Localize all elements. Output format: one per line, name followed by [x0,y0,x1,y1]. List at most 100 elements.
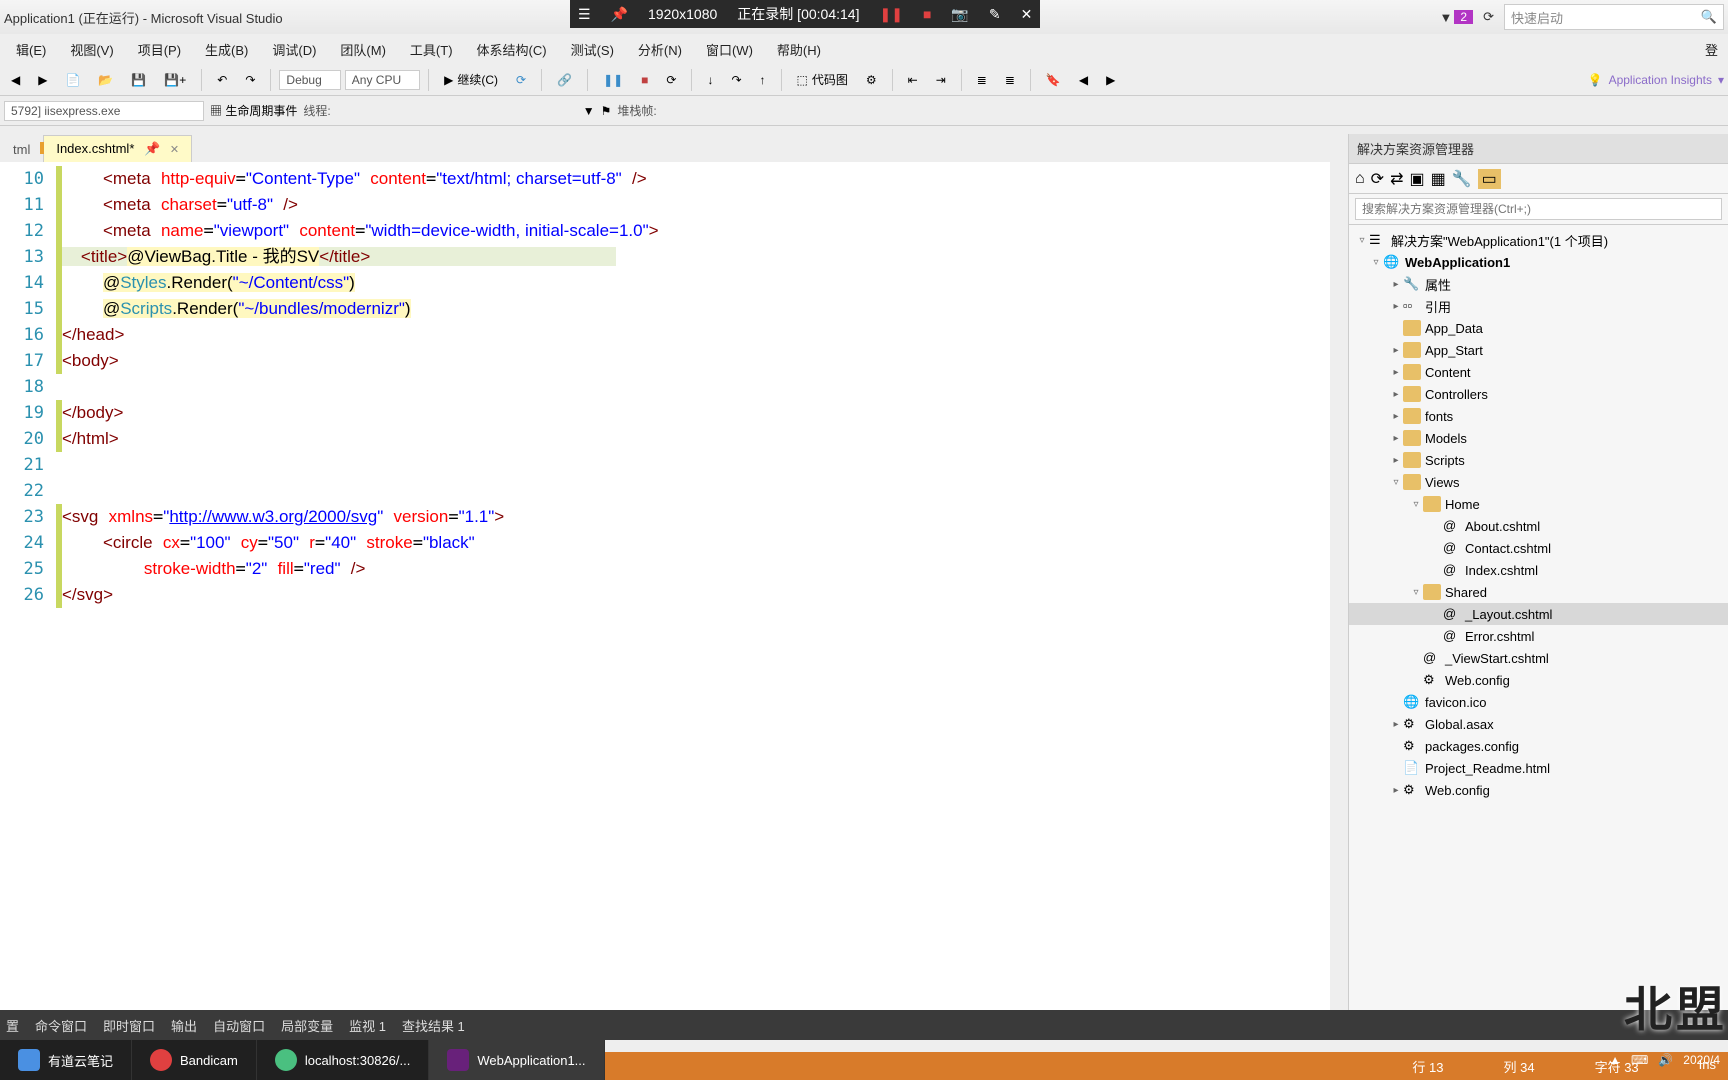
comment-button[interactable]: ≣ [970,69,994,91]
notification-flag-icon[interactable]: ▼2 [1440,10,1474,25]
references-node[interactable]: 引用 [1425,297,1451,316]
pause-debug-button[interactable]: ❚❚ [596,69,630,91]
home-icon[interactable]: ⌂ [1355,170,1365,188]
stop-debug-button[interactable]: ■ [634,69,655,91]
file-about[interactable]: About.cshtml [1465,519,1540,534]
show-all-icon[interactable]: ▦ [1431,169,1446,189]
taskbar-vs[interactable]: WebApplication1... [429,1040,604,1080]
menu-team[interactable]: 团队(M) [328,36,398,63]
quick-launch-input[interactable]: 快速启动 🔍 [1504,4,1724,30]
new-button[interactable]: 📄 [58,69,87,91]
folder-views[interactable]: Views [1425,475,1459,490]
folder-scripts[interactable]: Scripts [1425,453,1465,468]
menu-arch[interactable]: 体系结构(C) [465,36,559,63]
properties-icon[interactable]: 🔧 [1452,169,1472,189]
menu-project[interactable]: 项目(P) [126,36,193,63]
taskbar-browser[interactable]: localhost:30826/... [257,1040,430,1080]
hamburger-icon[interactable]: ☰ [578,6,591,23]
file-favicon[interactable]: favicon.ico [1425,695,1486,710]
indent-button[interactable]: ⇤ [901,69,925,91]
folder-appdata[interactable]: App_Data [1425,321,1483,336]
stop-icon[interactable]: ■ [923,6,931,22]
folder-models[interactable]: Models [1425,431,1467,446]
login-button[interactable]: 登 [1693,36,1724,63]
bookmark-button[interactable]: 🔖 [1039,69,1068,91]
config-dropdown[interactable]: Debug [279,70,340,90]
taskbar-bandicam[interactable]: Bandicam [132,1040,257,1080]
refresh-button[interactable]: ⟳ [509,69,533,91]
open-button[interactable]: 📂 [91,69,120,91]
file-error[interactable]: Error.cshtml [1465,629,1534,644]
tray-ime-icon[interactable]: ⌨ [1631,1053,1648,1067]
menu-analyze[interactable]: 分析(N) [626,36,694,63]
redo-button[interactable]: ↷ [238,69,262,91]
process-dropdown[interactable]: 5792] iisexpress.exe [4,101,204,121]
file-webconfig[interactable]: Web.config [1425,783,1490,798]
btab-locals[interactable]: 局部变量 [281,1016,333,1035]
outdent-button[interactable]: ⇥ [929,69,953,91]
folder-content[interactable]: Content [1425,365,1471,380]
restart-button[interactable]: ⟳ [659,69,683,91]
solution-root[interactable]: 解决方案"WebApplication1"(1 个项目) [1391,231,1608,250]
camera-icon[interactable]: 📷 [951,6,968,23]
file-readme[interactable]: Project_Readme.html [1425,761,1550,776]
collapse-icon[interactable]: ▣ [1409,169,1424,189]
project-node[interactable]: WebApplication1 [1405,255,1510,270]
browser-link-button[interactable]: 🔗 [550,69,579,91]
sync-icon[interactable]: ⇄ [1390,169,1403,189]
properties-node[interactable]: 属性 [1425,275,1451,294]
tab-other[interactable]: tml [0,136,43,162]
filter-button[interactable]: ▼ [583,104,595,118]
menu-debug[interactable]: 调试(D) [260,36,328,63]
app-insights-button[interactable]: 💡 Application Insights ▾ [1588,73,1724,87]
btab-command[interactable]: 命令窗口 [35,1016,87,1035]
file-viewstart[interactable]: _ViewStart.cshtml [1445,651,1549,666]
menu-window[interactable]: 窗口(W) [694,36,765,63]
file-contact[interactable]: Contact.cshtml [1465,541,1551,556]
btab-output[interactable]: 输出 [171,1016,197,1035]
misc-button[interactable]: ⚙ [859,69,884,91]
folder-appstart[interactable]: App_Start [1425,343,1483,358]
step-over-button[interactable]: ↷ [724,69,748,91]
tray-date[interactable]: 2020/4 [1683,1053,1720,1067]
file-index[interactable]: Index.cshtml [1465,563,1538,578]
codemap-button[interactable]: ⬚ 代码图 [790,67,855,92]
flag-button[interactable]: ⚑ [601,104,612,118]
preview-icon[interactable]: ▭ [1478,169,1501,189]
tray-icon[interactable]: ▲ [1609,1053,1621,1067]
next-bookmark-button[interactable]: ▶ [1099,69,1122,91]
solution-search-input[interactable] [1355,198,1722,220]
save-all-button[interactable]: 💾+ [157,69,193,91]
undo-button[interactable]: ↶ [210,69,234,91]
menu-edit[interactable]: 辑(E) [4,36,58,63]
folder-fonts[interactable]: fonts [1425,409,1453,424]
close-tab-icon[interactable]: ✕ [170,144,179,156]
feedback-icon[interactable]: ⟳ [1483,9,1494,25]
close-icon[interactable]: ✕ [1021,6,1033,23]
step-out-button[interactable]: ↑ [753,69,773,91]
taskbar-youdao[interactable]: 有道云笔记 [0,1040,132,1080]
tab-index-cshtml[interactable]: Index.cshtml* 📌 ✕ [43,135,192,162]
file-webconfig-views[interactable]: Web.config [1445,673,1510,688]
btab-immediate[interactable]: 即时窗口 [103,1016,155,1035]
folder-controllers[interactable]: Controllers [1425,387,1488,402]
edit-icon[interactable]: ✎ [989,6,1001,23]
btab-autos[interactable]: 自动窗口 [213,1016,265,1035]
solution-tree[interactable]: ▿☰解决方案"WebApplication1"(1 个项目) ▿🌐WebAppl… [1349,225,1728,1012]
lifecycle-button[interactable]: ▦ 生命周期事件 [210,102,297,119]
nav-back-button[interactable]: ◀ [4,69,27,91]
save-button[interactable]: 💾 [124,69,153,91]
nav-fwd-button[interactable]: ▶ [31,69,54,91]
btab-settings[interactable]: 置 [6,1016,19,1035]
menu-build[interactable]: 生成(B) [193,36,260,63]
folder-shared[interactable]: Shared [1445,585,1487,600]
btab-watch[interactable]: 监视 1 [349,1016,386,1035]
continue-button[interactable]: ▶ 继续(C) [437,67,505,92]
uncomment-button[interactable]: ≣ [998,69,1022,91]
folder-home[interactable]: Home [1445,497,1480,512]
editor-scrollmap[interactable] [1330,162,1348,1040]
file-globalasax[interactable]: Global.asax [1425,717,1494,732]
file-layout[interactable]: _Layout.cshtml [1465,607,1552,622]
platform-dropdown[interactable]: Any CPU [345,70,420,90]
menu-test[interactable]: 测试(S) [559,36,626,63]
